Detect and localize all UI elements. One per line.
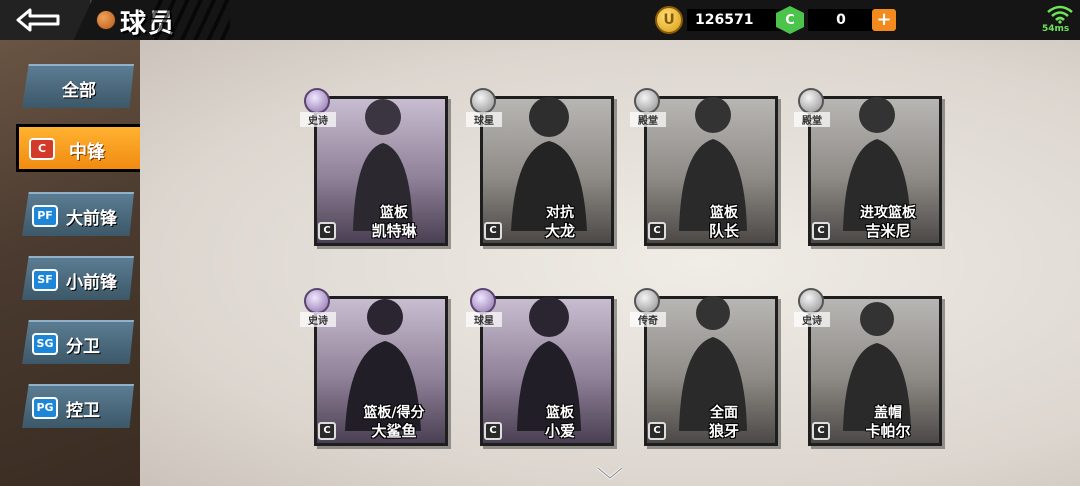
top-bar: 球员 U 126571 C 0 + 54ms [0,0,1080,40]
rank-label: 史诗 [300,312,336,327]
position-tag: C [648,422,666,440]
position-badge: C [29,138,55,160]
rank-badge: 球星 [466,88,502,127]
scroll-down-icon[interactable] [595,465,625,483]
player-name: 队长 [708,222,739,240]
gem-amount: 0 [808,9,874,31]
player-name: 小爱 [544,422,575,440]
rank-emblem-icon [634,88,660,114]
player-role: 全面 [710,405,738,421]
wifi-icon [1047,5,1073,24]
player-role: 篮板 [710,205,738,221]
position-tag: C [484,222,502,240]
rank-label: 殿堂 [630,112,666,127]
rank-label: 球星 [466,312,502,327]
rank-emblem-icon [634,288,660,314]
player-name: 狼牙 [708,422,739,440]
position-badge: PG [32,397,58,419]
coin-amount: 126571 [687,9,789,31]
rank-badge: 殿堂 [630,88,666,127]
tab-all[interactable]: 全部 [22,64,134,108]
position-sidebar: 全部 C 中锋 PF 大前锋 SF 小前锋 SG 分卫 PG 控卫 [0,40,166,486]
tab-label: 全部 [62,81,96,101]
player-card[interactable]: 史诗 C 篮板/得分 大鲨鱼 [300,288,450,448]
position-tag: C [318,222,336,240]
player-card[interactable]: 殿堂 C 进攻篮板 吉米尼 [794,88,944,248]
add-currency-button[interactable]: + [872,9,896,31]
back-arrow-icon [16,8,60,32]
player-grid: 史诗 C 篮板 凯特琳 球星 C 对抗 大龙 殿堂 C 篮板 队长 殿堂 C 进… [140,40,1080,486]
tab-power-forward[interactable]: PF 大前锋 [22,192,134,236]
position-badge: SG [32,333,58,355]
title-decoration [150,0,230,40]
position-tag: C [812,222,830,240]
player-name: 大龙 [544,222,575,240]
player-role: 篮板/得分 [363,405,425,421]
player-name: 吉米尼 [865,222,911,240]
rank-label: 史诗 [794,312,830,327]
rank-label: 史诗 [300,112,336,127]
player-card[interactable]: 史诗 C 篮板 凯特琳 [300,88,450,248]
back-button[interactable] [0,0,92,40]
rank-emblem-icon [798,288,824,314]
player-name: 凯特琳 [371,222,417,240]
rank-emblem-icon [304,288,330,314]
rank-badge: 传奇 [630,288,666,327]
rank-label: 传奇 [630,312,666,327]
tab-label: 大前锋 [66,209,117,229]
rank-badge: 殿堂 [794,88,830,127]
tab-point-guard[interactable]: PG 控卫 [22,384,134,428]
rank-badge: 史诗 [300,288,336,327]
rank-badge: 史诗 [300,88,336,127]
player-role: 对抗 [546,205,574,221]
rank-emblem-icon [470,288,496,314]
position-tag: C [648,222,666,240]
tab-label: 分卫 [66,337,100,357]
coin-icon: U [655,6,683,34]
position-tag: C [318,422,336,440]
player-role: 篮板 [546,405,574,421]
rank-emblem-icon [798,88,824,114]
tab-label: 小前锋 [66,273,117,293]
position-tag: C [484,422,502,440]
player-card[interactable]: 球星 C 篮板 小爱 [466,288,616,448]
player-card[interactable]: 殿堂 C 篮板 队长 [630,88,780,248]
position-tag: C [812,422,830,440]
tab-small-forward[interactable]: SF 小前锋 [22,256,134,300]
tab-shooting-guard[interactable]: SG 分卫 [22,320,134,364]
player-name: 卡帕尔 [865,422,911,440]
basketball-icon [96,10,116,30]
position-badge: PF [32,205,58,227]
rank-label: 殿堂 [794,112,830,127]
tab-label: 控卫 [66,401,100,421]
player-role: 篮板 [380,205,408,221]
rank-emblem-icon [304,88,330,114]
rank-badge: 球星 [466,288,502,327]
tab-label: 中锋 [69,142,105,163]
player-role: 盖帽 [874,405,902,421]
ping-readout: 54ms [1042,24,1070,34]
player-card[interactable]: 传奇 C 全面 狼牙 [630,288,780,448]
rank-emblem-icon [470,88,496,114]
player-card[interactable]: 史诗 C 盖帽 卡帕尔 [794,288,944,448]
position-badge: SF [32,269,58,291]
player-name: 大鲨鱼 [371,422,417,440]
rank-label: 球星 [466,112,502,127]
rank-badge: 史诗 [794,288,830,327]
player-role: 进攻篮板 [860,205,916,221]
player-card[interactable]: 球星 C 对抗 大龙 [466,88,616,248]
